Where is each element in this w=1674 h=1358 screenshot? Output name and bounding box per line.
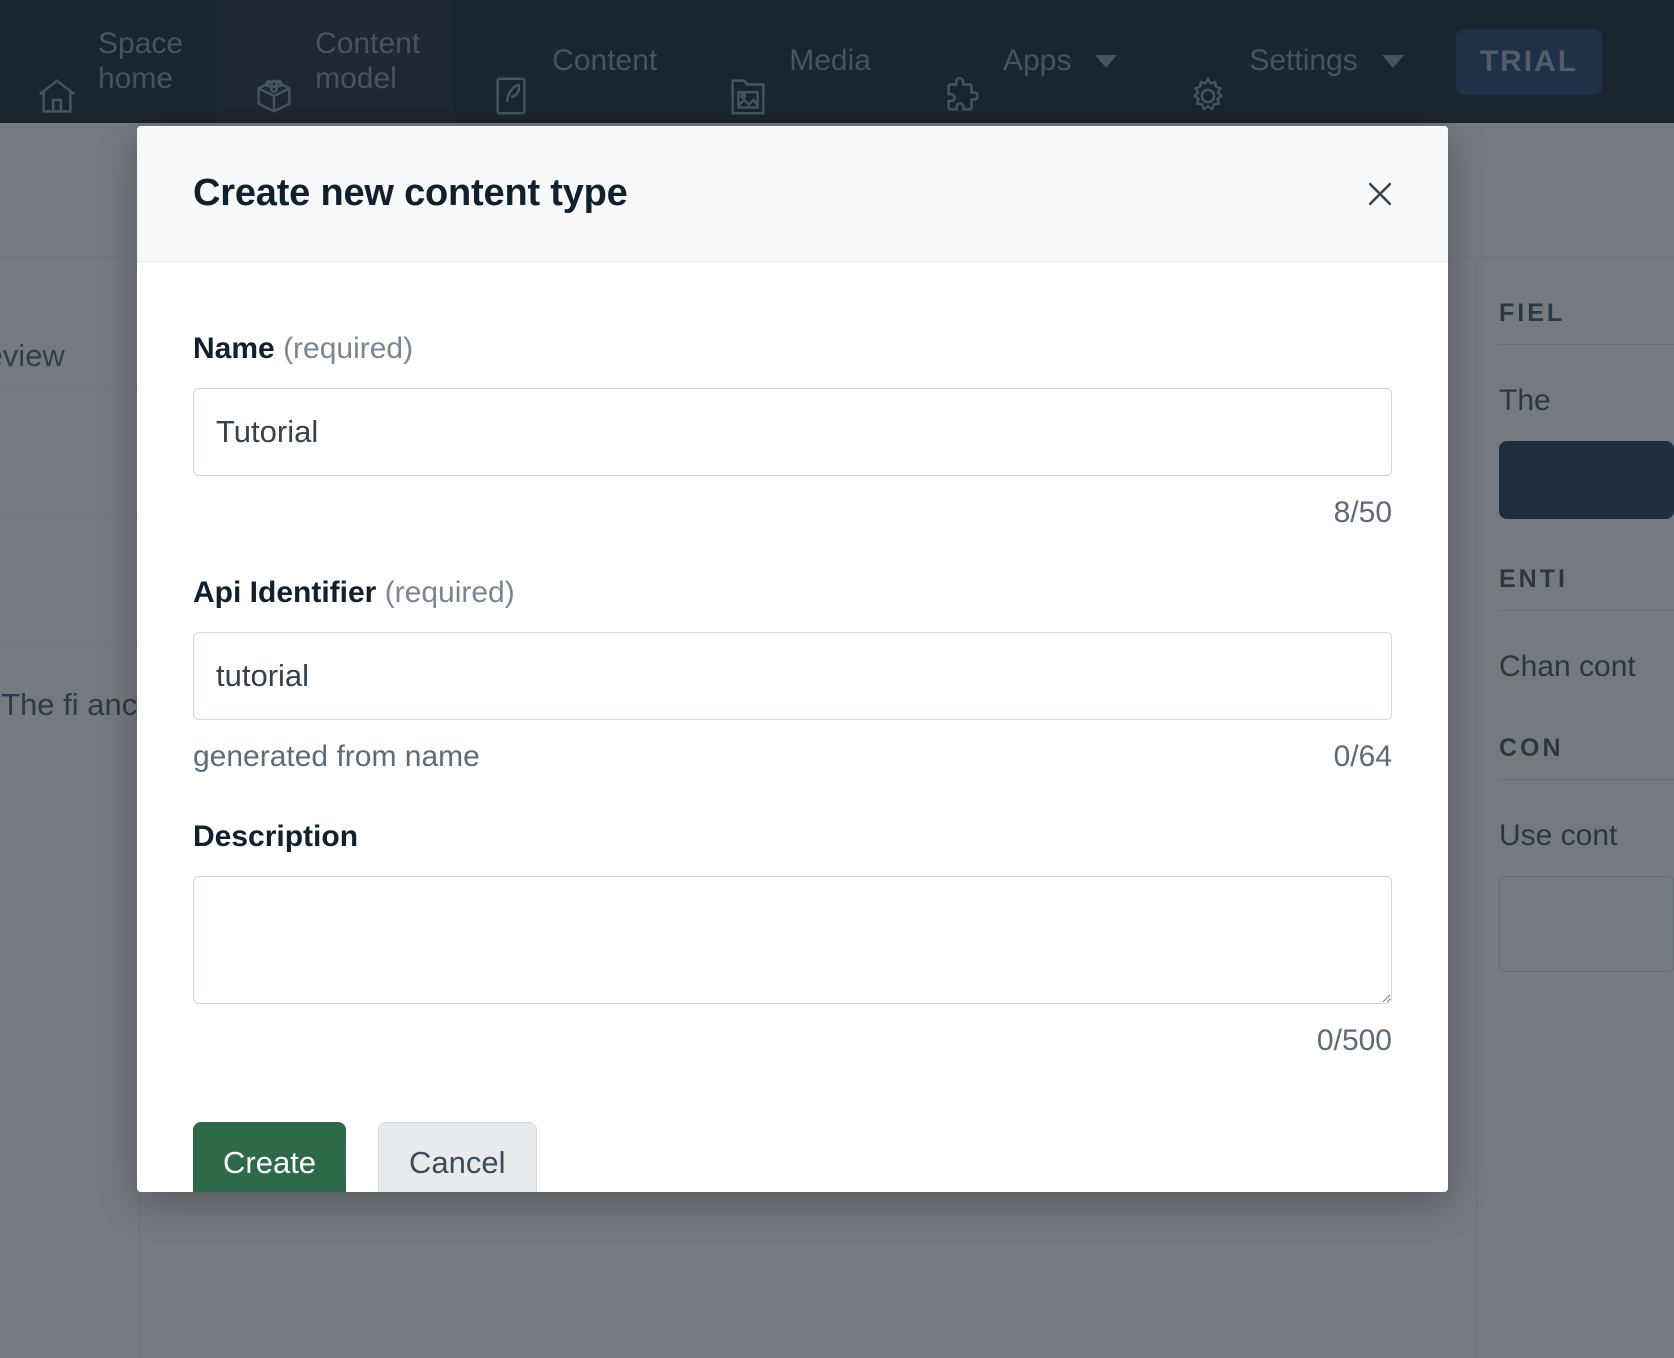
field-group-name: Name (required) 8/50 [193,332,1392,530]
modal-header: Create new content type [137,126,1448,262]
name-required-hint: (required) [283,332,413,365]
field-group-description: Description 0/500 [193,820,1392,1058]
api-identifier-input[interactable] [193,632,1392,720]
name-label-text: Name [193,332,275,365]
name-character-counter: 8/50 [1334,496,1392,530]
cancel-button[interactable]: Cancel [378,1122,537,1192]
api-identifier-field-label: Api Identifier (required) [193,576,1392,610]
api-identifier-meta-row: generated from name 0/64 [193,740,1392,774]
close-icon[interactable] [1352,166,1408,222]
create-button[interactable]: Create [193,1122,346,1192]
description-label-text: Description [193,820,358,853]
field-group-api-identifier: Api Identifier (required) generated from… [193,576,1392,774]
description-textarea[interactable] [193,876,1392,1004]
api-identifier-label-text: Api Identifier [193,576,376,609]
name-input[interactable] [193,388,1392,476]
description-field-label: Description [193,820,1392,854]
api-identifier-helper-text: generated from name [193,740,480,774]
modal-title: Create new content type [193,172,628,215]
api-identifier-required-hint: (required) [385,576,515,609]
create-content-type-modal: Create new content type Name (required) … [137,126,1448,1192]
description-meta-row: 0/500 [193,1024,1392,1058]
name-field-label: Name (required) [193,332,1392,366]
name-meta-row: 8/50 [193,496,1392,530]
modal-body: Name (required) 8/50 Api Identifier (req… [137,262,1448,1192]
modal-actions: Create Cancel [193,1122,1392,1192]
api-identifier-character-counter: 0/64 [1334,740,1392,774]
description-character-counter: 0/500 [1317,1024,1392,1058]
